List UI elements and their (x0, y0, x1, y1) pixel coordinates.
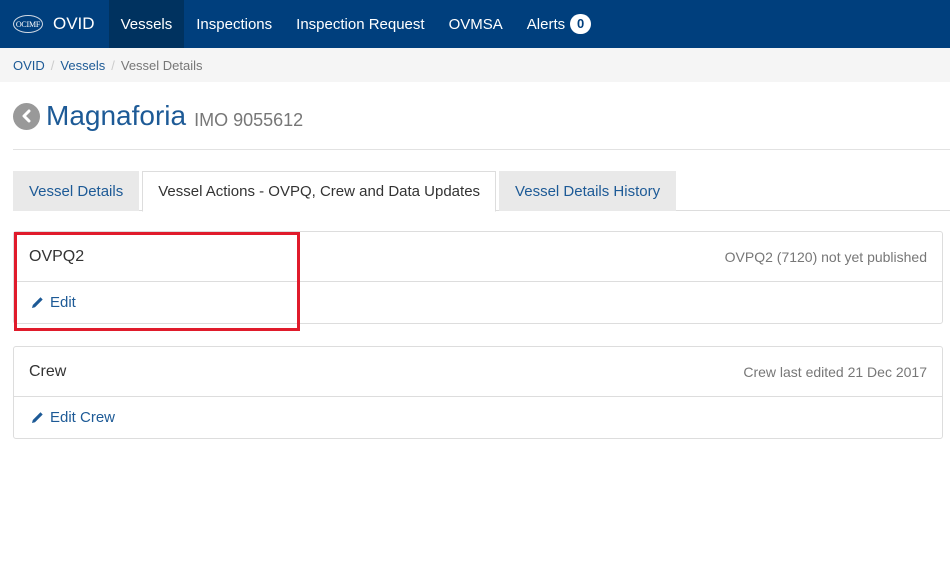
page-header: Magnaforia IMO 9055612 (13, 100, 950, 132)
tab-vessel-details-history-label: Vessel Details History (515, 183, 661, 200)
tab-vessel-details-label: Vessel Details (29, 183, 124, 200)
tab-vessel-actions-label: Vessel Actions - OVPQ, Crew and Data Upd… (158, 183, 481, 200)
breadcrumb: OVID / Vessels / Vessel Details (0, 48, 950, 82)
nav-ovmsa-label: OVMSA (448, 15, 503, 33)
tab-vessel-details[interactable]: Vessel Details (13, 171, 140, 211)
breadcrumb-separator: / (111, 57, 115, 73)
pencil-icon (32, 297, 43, 308)
vessel-imo: IMO 9055612 (194, 109, 304, 130)
nav-vessels-label: Vessels (120, 15, 173, 33)
crew-panel: Crew Crew last edited 21 Dec 2017 Edit C… (13, 346, 943, 439)
brand-text: OVID (53, 14, 95, 33)
crew-panel-title: Crew (29, 362, 67, 380)
breadcrumb-vessel-details: Vessel Details (120, 57, 203, 73)
ovpq-panel-body: Edit (14, 282, 942, 323)
nav-inspections-label: Inspections (196, 15, 273, 33)
tab-bar: Vessel Details Vessel Actions - OVPQ, Cr… (13, 171, 950, 212)
crew-status: Crew last edited 21 Dec 2017 (743, 363, 927, 380)
ovpq-edit-link[interactable]: Edit (31, 294, 76, 311)
nav-inspections[interactable]: Inspections (184, 0, 284, 48)
circle-chevron-left-icon[interactable] (13, 102, 40, 130)
header-divider (13, 149, 950, 150)
nav-alerts-label: Alerts (526, 15, 566, 33)
alerts-count-badge: 0 (570, 14, 592, 34)
crew-panel-body: Edit Crew (14, 397, 942, 438)
ovpq-edit-label: Edit (50, 294, 76, 311)
breadcrumb-vessels[interactable]: Vessels (60, 58, 105, 73)
breadcrumb-ovid[interactable]: OVID (13, 58, 45, 73)
edit-crew-link[interactable]: Edit Crew (31, 409, 115, 426)
tab-vessel-details-history[interactable]: Vessel Details History (499, 171, 677, 211)
vessel-name: Magnaforia (46, 100, 187, 131)
ovpq-panel-heading: OVPQ2 OVPQ2 (7120) not yet published (14, 232, 942, 282)
ocimf-logo: OCIMF (13, 15, 43, 33)
top-navbar: OCIMF OVID Vessels Inspections Inspectio… (0, 0, 950, 48)
nav-ovmsa[interactable]: OVMSA (437, 0, 515, 48)
nav-inspection-request[interactable]: Inspection Request (284, 0, 436, 48)
ovpq-panel: OVPQ2 OVPQ2 (7120) not yet published Edi… (13, 231, 943, 324)
nav-alerts[interactable]: Alerts 0 (515, 0, 603, 48)
breadcrumb-separator: / (50, 57, 55, 73)
brand[interactable]: OCIMF OVID (0, 0, 109, 48)
nav-inspection-request-label: Inspection Request (296, 15, 425, 33)
ovpq-panel-title: OVPQ2 (29, 247, 85, 265)
pencil-icon (32, 412, 43, 423)
nav-vessels[interactable]: Vessels (108, 0, 185, 48)
ovpq-status: OVPQ2 (7120) not yet published (724, 248, 927, 265)
edit-crew-label: Edit Crew (50, 409, 116, 426)
crew-panel-heading: Crew Crew last edited 21 Dec 2017 (14, 347, 942, 397)
tab-vessel-actions[interactable]: Vessel Actions - OVPQ, Crew and Data Upd… (142, 171, 497, 212)
